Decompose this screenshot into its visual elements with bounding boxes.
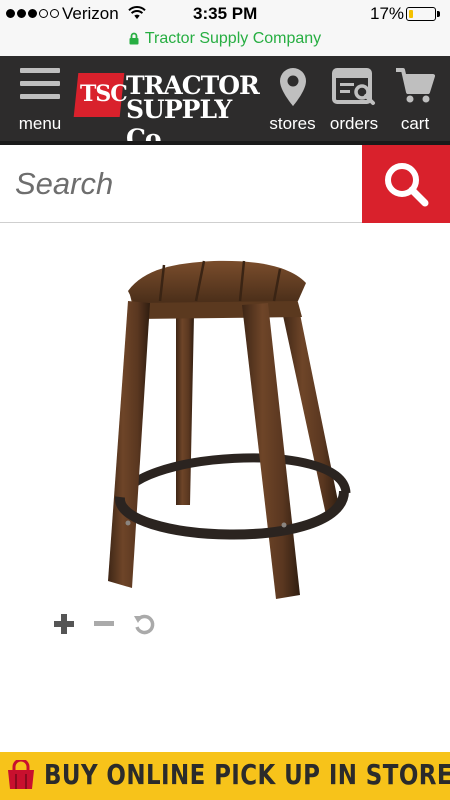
zoom-out-icon[interactable] xyxy=(92,612,116,636)
buy-online-pickup-banner[interactable]: BUY ONLINE PICK UP IN STORE xyxy=(0,752,450,800)
hamburger-icon xyxy=(20,68,60,99)
wifi-icon xyxy=(128,6,146,19)
cart-button[interactable]: cart xyxy=(390,56,440,144)
search-icon xyxy=(385,163,429,207)
signal-strength-icon xyxy=(6,9,59,18)
order-search-icon xyxy=(332,68,375,105)
battery-icon xyxy=(406,7,436,21)
tractor-supply-logo[interactable]: TSC TRACTOR SUPPLY Co xyxy=(73,71,260,153)
orders-label: orders xyxy=(329,114,379,133)
stores-label: stores xyxy=(269,114,316,133)
search-bar xyxy=(0,145,450,223)
menu-label: menu xyxy=(18,114,62,133)
url-bar[interactable]: Tractor Supply Company xyxy=(0,30,450,56)
zoom-in-icon[interactable] xyxy=(52,612,76,636)
carrier-name: Verizon xyxy=(62,4,119,23)
map-pin-icon xyxy=(279,68,306,106)
menu-button[interactable]: menu xyxy=(10,56,70,144)
shopping-bag-icon xyxy=(8,760,34,789)
reset-icon[interactable] xyxy=(132,612,156,636)
wooden-barstool-image[interactable] xyxy=(44,243,404,605)
battery-level xyxy=(409,10,413,18)
site-header: menu TSC TRACTOR SUPPLY Co stores orders xyxy=(0,56,450,153)
logo-badge-text: TSC xyxy=(80,81,128,107)
lock-icon xyxy=(129,32,139,45)
cart-label: cart xyxy=(400,114,430,133)
status-bar: Verizon 3:35 PM 17% xyxy=(0,0,450,30)
clock: 3:35 PM xyxy=(193,4,258,23)
stores-button[interactable]: stores xyxy=(265,56,320,144)
orders-button[interactable]: orders xyxy=(326,56,382,144)
battery-percent: 17% xyxy=(370,4,405,23)
search-button[interactable] xyxy=(362,145,450,223)
site-name: Tractor Supply Company xyxy=(144,30,322,47)
battery-nub xyxy=(437,11,440,17)
search-input[interactable] xyxy=(0,145,362,223)
banner-text: BUY ONLINE PICK UP IN STORE xyxy=(44,758,450,791)
shopping-cart-icon xyxy=(396,68,435,103)
